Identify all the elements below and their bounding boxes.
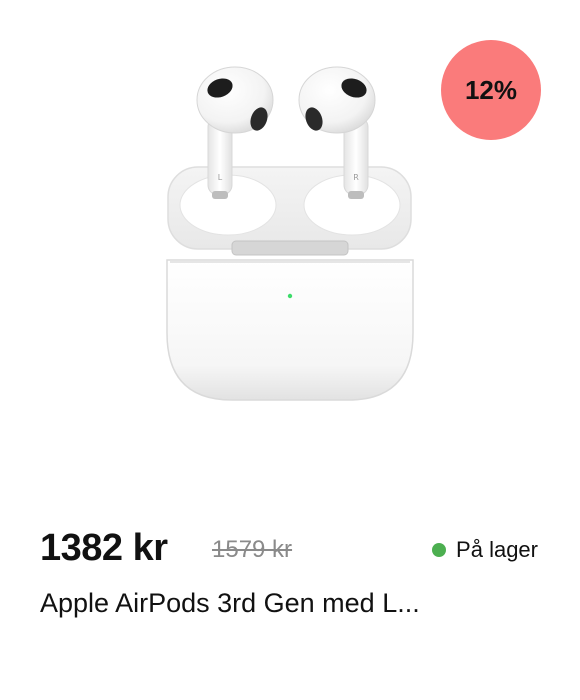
svg-text:L: L [218, 173, 223, 182]
in-stock-dot-icon [432, 543, 447, 557]
price-row: 1382 kr 1579 kr På lager [40, 524, 540, 572]
product-image[interactable]: L R [140, 55, 440, 415]
product-card[interactable]: L R 12% 1382 kr 1579 kr På lager Apple A… [0, 0, 580, 700]
product-title[interactable]: Apple AirPods 3rd Gen med L... [40, 585, 540, 621]
current-price: 1382 kr [40, 527, 168, 569]
svg-text:R: R [353, 173, 359, 182]
discount-badge: 12% [441, 40, 541, 140]
stock-status: På lager [432, 536, 538, 564]
case-status-light [287, 293, 293, 299]
stock-status-label: På lager [456, 537, 538, 562]
original-price: 1579 kr [212, 536, 293, 563]
